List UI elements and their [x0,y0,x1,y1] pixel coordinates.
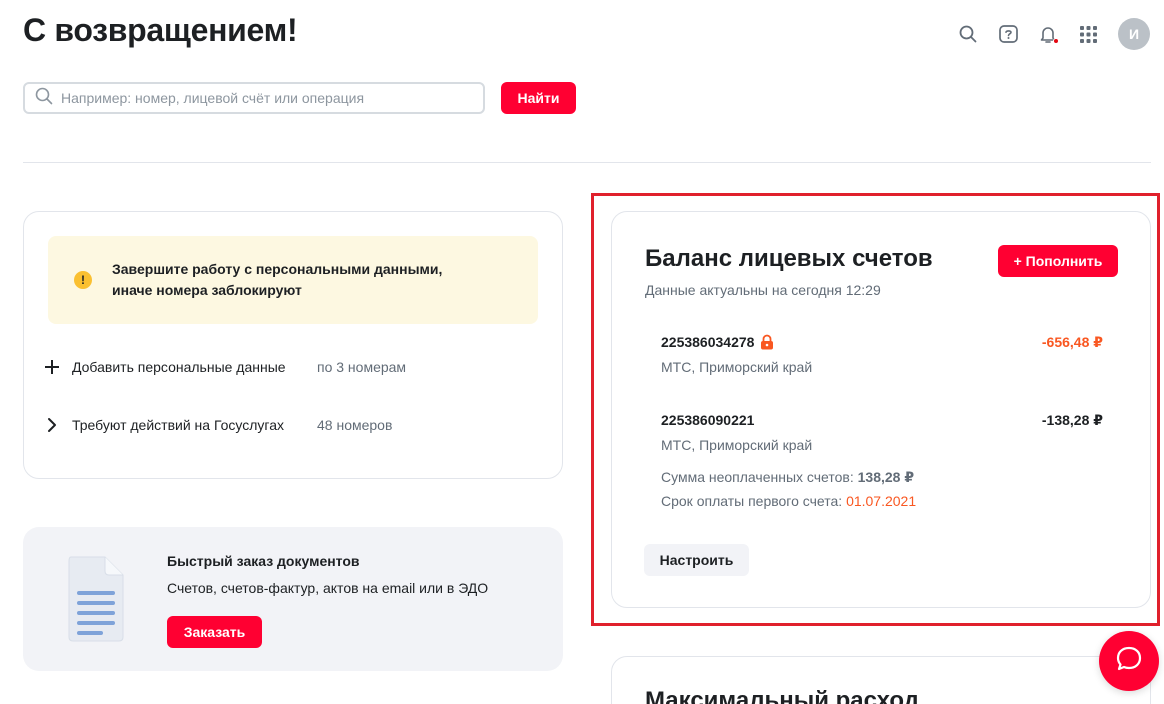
warning-banner: ! Завершите работу с персональными данны… [48,236,538,324]
chat-button[interactable] [1099,631,1159,691]
apps-grid-icon[interactable] [1078,24,1098,44]
max-spend-card: Максимальный расход [611,656,1151,704]
action-label: Требуют действий на Госуслугах [72,417,284,433]
docs-subtitle: Счетов, счетов-фактур, актов на email ил… [167,580,489,596]
docs-title: Быстрый заказ документов [167,553,360,569]
notification-badge [1053,38,1059,44]
search-field[interactable] [23,82,485,114]
top-toolbar: И [958,18,1150,50]
search-input[interactable] [61,90,461,106]
search-icon[interactable] [958,24,978,44]
divider [23,162,1151,163]
chat-bubble-icon [1114,644,1144,679]
quick-documents-card: Быстрый заказ документов Счетов, счетов-… [23,527,563,671]
document-illustration-icon [65,553,127,650]
warning-icon: ! [74,271,92,289]
avatar[interactable]: И [1118,18,1150,50]
order-button[interactable]: Заказать [167,616,262,648]
action-count: 48 номеров [317,417,393,433]
help-icon[interactable] [998,24,1018,44]
plus-icon [44,359,60,375]
warning-text: Завершите работу с персональными данными… [112,261,443,298]
max-spend-title: Максимальный расход [645,687,919,704]
search-icon [35,87,53,110]
search-button[interactable]: Найти [501,82,576,114]
chevron-right-icon [44,417,60,433]
add-personal-data-action[interactable]: Добавить персональные данные по 3 номера… [44,359,406,375]
action-label: Добавить персональные данные [72,359,286,375]
personal-data-card: ! Завершите работу с персональными данны… [23,211,563,479]
page-title: С возвращением! [23,12,298,48]
bell-icon[interactable] [1038,24,1059,44]
highlight-frame [591,193,1160,626]
action-count: по 3 номерам [317,359,407,375]
gosuslugi-action[interactable]: Требуют действий на Госуслугах 48 номеро… [44,417,392,433]
